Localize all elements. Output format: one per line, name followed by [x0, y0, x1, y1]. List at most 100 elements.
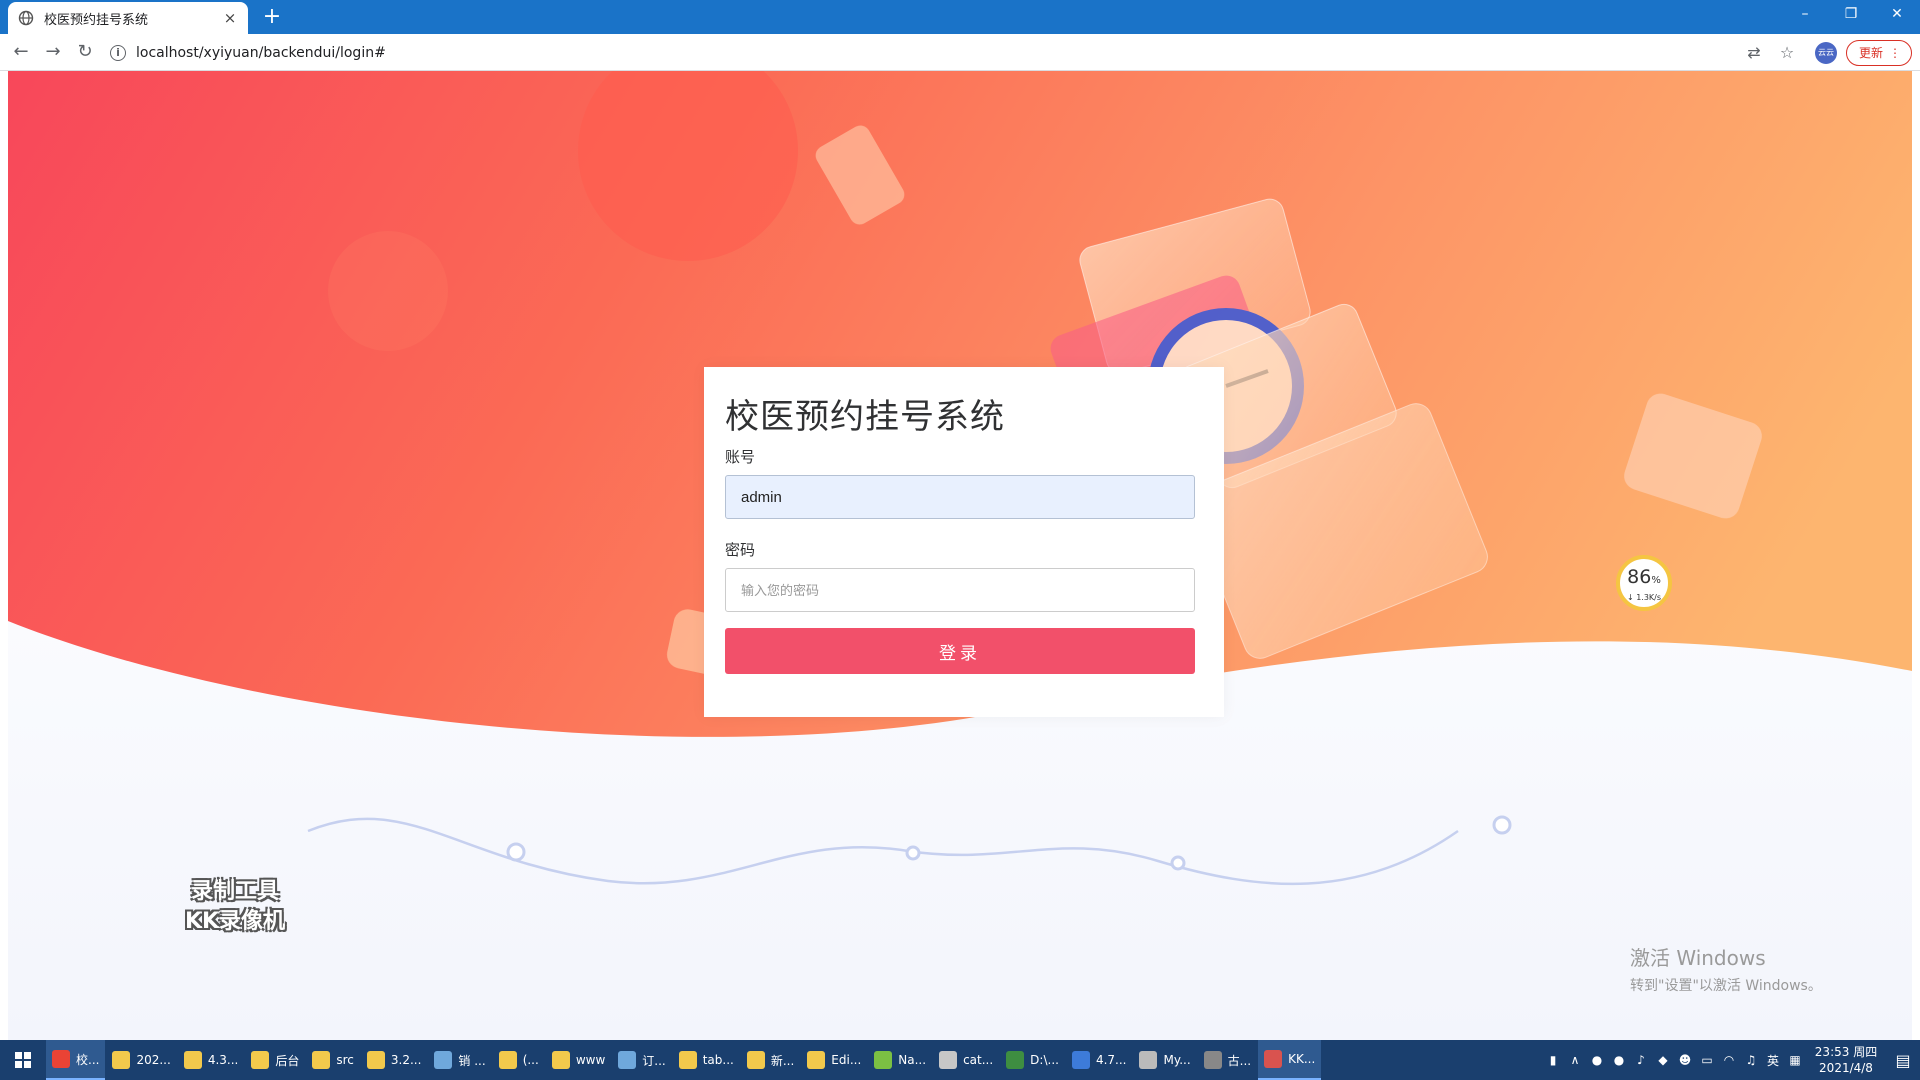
- update-label: 更新: [1859, 46, 1884, 60]
- taskbar-app-item[interactable]: 古...: [1198, 1040, 1257, 1080]
- taskbar-app-label: My...: [1163, 1053, 1191, 1067]
- taskbar-app-item[interactable]: 销 ...: [428, 1040, 491, 1080]
- url-text[interactable]: localhost/xyiyuan/backendui/login#: [136, 45, 386, 61]
- display-icon[interactable]: ▭: [1696, 1053, 1718, 1067]
- taskbar-app-label: (...: [522, 1053, 539, 1067]
- activation-subtitle: 转到"设置"以激活 Windows。: [1630, 978, 1822, 994]
- taskbar-app-label: 后台: [275, 1053, 300, 1068]
- wifi-icon[interactable]: ◠: [1718, 1053, 1740, 1067]
- app-icon: [1203, 1051, 1222, 1069]
- app-icon: [1006, 1051, 1025, 1069]
- page-viewport: 校医预约挂号系统 账号 密码 登录 86% ↓ 1.3K/s 录制工具 KK录像…: [8, 71, 1912, 1040]
- recorder-watermark-line1: 录制工具: [190, 879, 279, 904]
- restore-icon[interactable]: ❐: [1828, 0, 1874, 30]
- taskbar-app-item[interactable]: D:\...: [1000, 1040, 1065, 1080]
- app-icon: [498, 1051, 517, 1069]
- app-icon: [251, 1051, 270, 1069]
- app-icon: [874, 1051, 893, 1069]
- taskbar-app-item[interactable]: 订...: [612, 1040, 671, 1080]
- browser-toolbar: ← → ↻ i localhost/xyiyuan/backendui/logi…: [0, 34, 1920, 71]
- app-icon: [52, 1050, 70, 1068]
- qq-icon[interactable]: ☻: [1674, 1053, 1696, 1067]
- profile-avatar[interactable]: 云云: [1815, 42, 1837, 64]
- taskbar-app-item[interactable]: 后台: [245, 1040, 305, 1080]
- tab-close-icon[interactable]: ×: [222, 9, 238, 27]
- speed-percent-unit: %: [1651, 575, 1661, 586]
- shield-icon[interactable]: ◆: [1652, 1053, 1674, 1067]
- browser-tab-active[interactable]: 校医预约挂号系统 ×: [8, 2, 248, 34]
- more-menu-icon[interactable]: ⋮: [1889, 41, 1901, 65]
- taskbar-app-item[interactable]: www: [546, 1040, 611, 1080]
- recorder-watermark: 录制工具 KK录像机: [160, 877, 310, 937]
- taskbar-app-item[interactable]: (...: [493, 1040, 545, 1080]
- new-tab-button[interactable]: +: [258, 4, 286, 30]
- tray-expand-icon[interactable]: ∧: [1564, 1053, 1586, 1067]
- taskbar-app-label: D:\...: [1030, 1053, 1059, 1067]
- keyboard-icon[interactable]: ▦: [1784, 1053, 1806, 1067]
- address-bar[interactable]: i localhost/xyiyuan/backendui/login#: [110, 39, 1750, 66]
- battery-icon[interactable]: ▮: [1542, 1053, 1564, 1067]
- reload-icon[interactable]: ↻: [74, 41, 96, 63]
- taskbar-app-item[interactable]: src: [306, 1040, 360, 1080]
- clock-time: 23:53 周四: [1814, 1045, 1878, 1059]
- site-info-icon[interactable]: i: [110, 44, 126, 61]
- app-icon: [551, 1051, 570, 1069]
- network-speed-widget[interactable]: 86% ↓ 1.3K/s: [1616, 555, 1672, 611]
- forward-icon[interactable]: →: [42, 41, 64, 63]
- app-icon: [807, 1051, 826, 1069]
- taskbar-app-item[interactable]: Edi...: [801, 1040, 867, 1080]
- back-icon[interactable]: ←: [10, 41, 32, 63]
- bookmark-star-icon[interactable]: ☆: [1777, 43, 1797, 63]
- notification-bell-icon[interactable]: ♪: [1630, 1053, 1652, 1067]
- taskbar-app-label: tab...: [702, 1053, 734, 1067]
- login-button[interactable]: 登录: [725, 628, 1195, 674]
- taskbar-app-item[interactable]: tab...: [673, 1040, 740, 1080]
- app-icon: [678, 1051, 697, 1069]
- action-center-icon[interactable]: ▤: [1886, 1051, 1920, 1070]
- start-button[interactable]: [0, 1040, 46, 1080]
- taskbar-app-item[interactable]: 校...: [46, 1040, 106, 1080]
- taskbar-app-item[interactable]: Na...: [868, 1040, 932, 1080]
- account-input[interactable]: [725, 475, 1195, 519]
- input-language[interactable]: 英: [1762, 1052, 1784, 1069]
- taskbar-app-item[interactable]: 4.3...: [178, 1040, 245, 1080]
- app-icon: [434, 1051, 453, 1069]
- globe-icon: [18, 10, 34, 26]
- minimize-icon[interactable]: –: [1782, 0, 1828, 30]
- taskbar-app-item[interactable]: 202...: [106, 1040, 176, 1080]
- taskbar-app-label: 新...: [770, 1053, 795, 1068]
- update-button[interactable]: 更新 ⋮: [1846, 40, 1912, 66]
- taskbar-app-label: 校...: [76, 1052, 100, 1067]
- speed-percent: 86%: [1620, 565, 1668, 593]
- taskbar-app-label: 4.3...: [207, 1053, 239, 1067]
- taskbar-app-item[interactable]: 3.2...: [361, 1040, 428, 1080]
- taskbar-app-label: 销 ...: [458, 1053, 486, 1068]
- windows-activation-watermark: 激活 Windows 转到"设置"以激活 Windows。: [1630, 942, 1822, 995]
- taskbar-app-item[interactable]: cat...: [933, 1040, 999, 1080]
- speed-rate: ↓ 1.3K/s: [1626, 593, 1662, 602]
- clock[interactable]: 23:53 周四 2021/4/8: [1806, 1044, 1886, 1076]
- app-icon: [112, 1051, 131, 1069]
- taskbar-app-item[interactable]: My...: [1133, 1040, 1196, 1080]
- taskbar-app-item[interactable]: 新...: [741, 1040, 800, 1080]
- clock-date: 2021/4/8: [1819, 1061, 1873, 1075]
- taskbar-app-label: cat...: [963, 1053, 994, 1067]
- system-tray: ▮ ∧ ● ● ♪ ◆ ☻ ▭ ◠ ♫ 英 ▦ 23:53 周四 2021/4/…: [1542, 1040, 1920, 1080]
- taskbar-app-label: 202...: [136, 1053, 171, 1067]
- taskbar-app-item[interactable]: KK...: [1258, 1040, 1322, 1080]
- translate-icon[interactable]: ⇄: [1744, 43, 1764, 63]
- app-tray-icon[interactable]: ●: [1586, 1053, 1608, 1067]
- recorder-watermark-line2: KK录像机: [184, 909, 286, 934]
- app-icon: [183, 1051, 202, 1069]
- tab-title: 校医预约挂号系统: [44, 12, 149, 28]
- app-icon: [366, 1051, 385, 1069]
- app-tray-icon[interactable]: ●: [1608, 1053, 1630, 1067]
- password-input[interactable]: [725, 568, 1195, 612]
- taskbar-app-label: src: [336, 1053, 354, 1067]
- close-window-icon[interactable]: ✕: [1874, 0, 1920, 30]
- volume-icon[interactable]: ♫: [1740, 1053, 1762, 1067]
- taskbar-app-label: Edi...: [831, 1053, 862, 1067]
- windows-taskbar: 校... 202... 4.3... 后台 src 3.2... 销 ... (... www 订…: [0, 1040, 1920, 1080]
- taskbar-app-label: www: [575, 1053, 606, 1067]
- taskbar-app-item[interactable]: 4.7...: [1066, 1040, 1133, 1080]
